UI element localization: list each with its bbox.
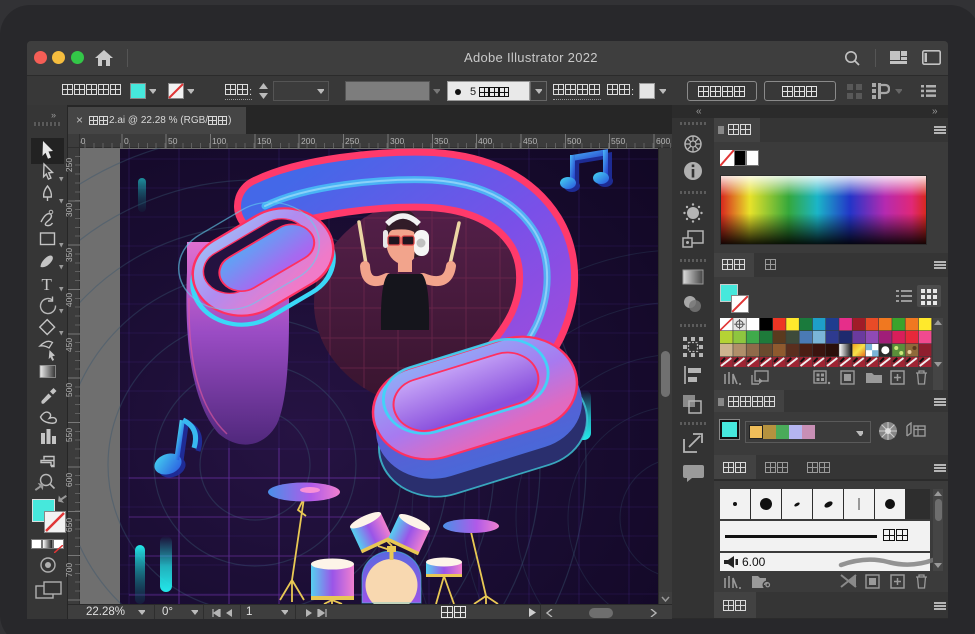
svg-text:T: T xyxy=(42,275,53,294)
